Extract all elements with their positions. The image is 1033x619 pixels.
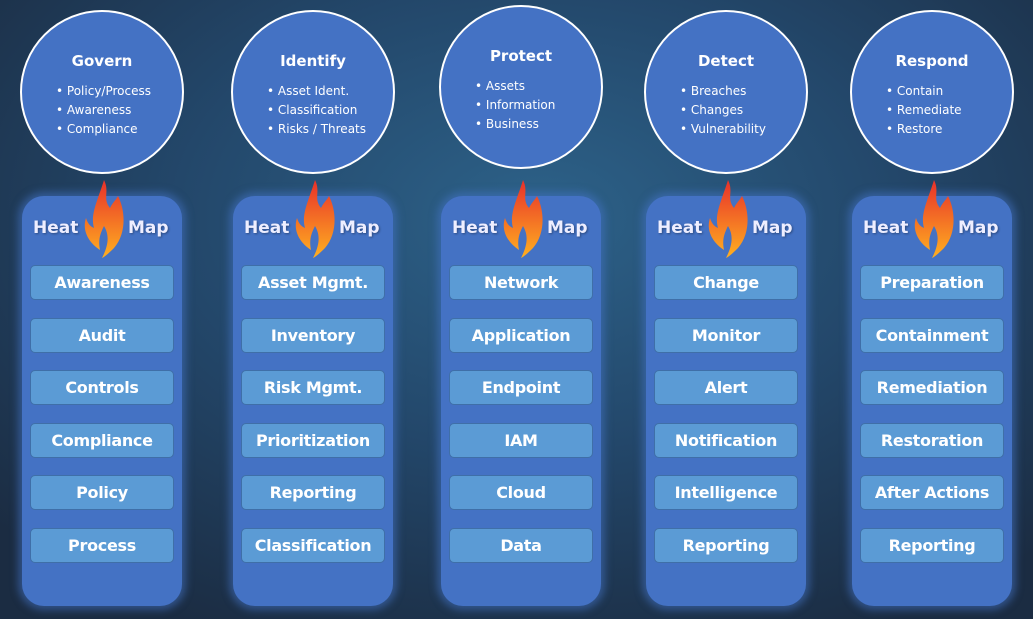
bullet-item: Risks / Threats — [267, 120, 366, 139]
heat-map-item[interactable]: Risk Mgmt. — [241, 370, 385, 406]
category-bullets: Asset Ident.ClassificationRisks / Threat… — [267, 82, 366, 139]
bullet-item: Assets — [475, 77, 555, 96]
bullet-item: Restore — [886, 120, 962, 139]
heat-map-item[interactable]: Alert — [654, 370, 798, 406]
heat-label: Heat — [244, 218, 290, 238]
category-bullets: AssetsInformationBusiness — [475, 77, 555, 134]
heat-label: Heat — [33, 218, 79, 238]
heat-map-item[interactable]: Monitor — [654, 317, 798, 353]
category-bullets: BreachesChangesVulnerability — [680, 82, 766, 139]
map-label: Map — [752, 218, 793, 238]
column-identify: IdentifyAsset Ident.ClassificationRisks … — [211, 0, 421, 619]
heat-label: Heat — [863, 218, 909, 238]
bullet-item: Information — [475, 96, 555, 115]
bullet-item: Breaches — [680, 82, 766, 101]
heat-map-item[interactable]: Preparation — [860, 265, 1004, 300]
flame-icon — [291, 178, 337, 258]
heat-map-item[interactable]: Containment — [860, 317, 1004, 353]
column-govern: GovernPolicy/ProcessAwarenessComplianceH… — [0, 0, 210, 619]
category-circle: Respond ContainRemediateRestore — [850, 10, 1014, 174]
category-title: Respond — [895, 52, 969, 70]
heat-map-item[interactable]: Process — [30, 528, 174, 563]
bullet-item: Contain — [886, 82, 962, 101]
heat-map-item[interactable]: Cloud — [449, 475, 593, 511]
heat-map-item[interactable]: Asset Mgmt. — [241, 265, 385, 300]
heat-map-item[interactable]: Compliance — [30, 422, 174, 458]
heat-map-item[interactable]: Restoration — [860, 422, 1004, 458]
flame-icon — [499, 178, 545, 258]
heat-map-item[interactable]: Classification — [241, 528, 385, 563]
heat-map-item[interactable]: Notification — [654, 422, 798, 458]
column-respond: Respond ContainRemediateRestore Heat Map Pre… — [830, 0, 1033, 619]
category-bullets: ContainRemediateRestore — [886, 82, 962, 139]
heat-map-item[interactable]: Endpoint — [449, 370, 593, 406]
heat-map-item[interactable]: Policy — [30, 475, 174, 511]
bullet-item: Awareness — [56, 101, 151, 120]
heat-map-item[interactable]: Reporting — [241, 475, 385, 511]
category-circle: Detect BreachesChangesVulnerability — [644, 10, 808, 174]
category-title: Identify — [280, 52, 346, 70]
category-title: Protect — [489, 47, 553, 65]
heat-map-item[interactable]: Prioritization — [241, 422, 385, 458]
heat-map-item[interactable]: Network — [449, 265, 593, 300]
heat-map-item[interactable]: Inventory — [241, 317, 385, 353]
bullet-item: Changes — [680, 101, 766, 120]
map-label: Map — [339, 218, 380, 238]
bullet-item: Policy/Process — [56, 82, 151, 101]
heat-map-item[interactable]: Data — [449, 528, 593, 563]
column-protect: Protect AssetsInformationBusiness Heat Map N… — [419, 0, 629, 619]
heat-map-item[interactable]: Reporting — [860, 528, 1004, 563]
bullet-item: Asset Ident. — [267, 82, 366, 101]
category-circle: Protect AssetsInformationBusiness — [439, 5, 603, 169]
heat-label: Heat — [657, 218, 703, 238]
heat-label: Heat — [452, 218, 498, 238]
heat-map-item[interactable]: Intelligence — [654, 475, 798, 511]
category-circle: Identify Asset Ident.ClassificationRisks … — [231, 10, 395, 174]
bullet-item: Classification — [267, 101, 366, 120]
bullet-item: Vulnerability — [680, 120, 766, 139]
heat-map-item[interactable]: Controls — [30, 370, 174, 406]
category-bullets: Policy/ProcessAwarenessCompliance — [56, 82, 151, 139]
heat-map-item[interactable]: Change — [654, 265, 798, 300]
map-label: Map — [128, 218, 169, 238]
flame-icon — [704, 178, 750, 258]
heat-map-item[interactable]: Audit — [30, 317, 174, 353]
heat-map-item[interactable]: Application — [449, 317, 593, 353]
heat-map-item[interactable]: Awareness — [30, 265, 174, 300]
bullet-item: Business — [475, 115, 555, 134]
category-title: Detect — [697, 52, 755, 70]
heat-map-item[interactable]: After Actions — [860, 475, 1004, 511]
category-circle: Govern Policy/ProcessAwarenessCompliance — [20, 10, 184, 174]
column-detect: Detect BreachesChangesVulnerability Heat Ma… — [624, 0, 834, 619]
flame-icon — [910, 178, 956, 258]
bullet-item: Remediate — [886, 101, 962, 120]
map-label: Map — [958, 218, 999, 238]
map-label: Map — [547, 218, 588, 238]
heat-map-item[interactable]: IAM — [449, 422, 593, 458]
category-title: Govern — [71, 52, 133, 70]
heat-map-item[interactable]: Reporting — [654, 528, 798, 563]
flame-icon — [80, 178, 126, 258]
heat-map-item[interactable]: Remediation — [860, 370, 1004, 406]
bullet-item: Compliance — [56, 120, 151, 139]
